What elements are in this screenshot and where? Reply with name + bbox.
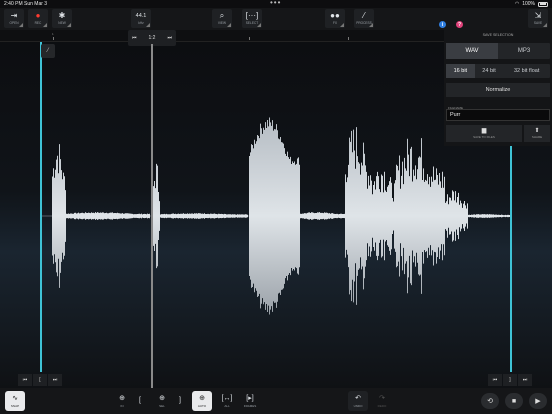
zoom-in-button[interactable]: ⊕ IN [112,391,132,411]
status-right: ◠ 100% [515,1,548,7]
wifi-icon: ◠ [514,1,520,7]
save-export-icon: ⇲ [534,11,542,20]
battery-icon [538,1,548,7]
save-button[interactable]: ⇲ SAVE [528,9,548,28]
bottom-toolbar: ∿ SNAP ⊕ IN [ ⊕ SEL ] ⊕ AUTO [↔] ALL [▸] FRAME… [0,388,552,414]
bracket-right-button[interactable]: ] [173,391,187,411]
selection-end-controls: ⏮ ] ⏭ [488,374,532,386]
frames-icon: [▸] [246,394,254,402]
status-bar: 2:40 PM Sun Mar 3 ••• ◠ 100% [0,0,552,8]
record-button[interactable]: ● REC [28,9,48,28]
selection-start-line[interactable] [40,42,42,372]
end-next-icon[interactable]: ⏭ [518,374,532,386]
start-bracket-icon[interactable]: [ [33,374,47,386]
bit-16[interactable]: 16 bit [446,64,475,78]
zoom-in-icon: ⊕ [119,394,125,402]
next-icon[interactable]: ⏭ [167,35,172,41]
fade-handle[interactable]: ⁄ [41,44,55,58]
fx-icon: ●● [330,11,340,20]
redo-button[interactable]: ↷ REDO [372,391,392,411]
format-selector: WAV MP3 [446,43,550,59]
select-button[interactable]: [···] SELECT [242,9,262,28]
undo-icon: ↶ [355,394,361,402]
zoom-auto-icon: ⊕ [199,394,205,402]
end-bracket-icon[interactable]: ] [503,374,517,386]
undo-button[interactable]: ↶ UNDO [348,391,368,411]
bracket-select-icon: [···] [245,11,259,20]
end-prev-icon[interactable]: ⏮ [488,374,502,386]
info-icon[interactable]: i [439,21,446,28]
fx-button[interactable]: ●● FX [325,9,345,28]
save-to-files-button[interactable]: ▆ SAVE TO FILES [446,125,522,142]
bracket-right-icon: ] [179,397,181,404]
bit-24[interactable]: 24 bit [475,64,504,78]
record-icon: ● [35,11,41,20]
top-toolbar: ⇥ OPEN ● REC ✱ NEW 44.1 kHz ⌕ VIEW [···] SELEC… [0,8,552,30]
play-icon: ▶ [535,398,541,405]
prev-icon[interactable]: ⏮ [132,35,137,41]
sparkle-icon: ✱ [58,11,66,20]
playhead[interactable] [151,44,153,388]
share-button[interactable]: ⬆ SHARE [524,125,550,142]
sample-rate-button[interactable]: 44.1 kHz [131,9,151,28]
magnifier-icon: ⌕ [219,11,225,20]
start-prev-icon[interactable]: ⏮ [18,374,32,386]
zoom-selection-button[interactable]: ⊕ SEL [152,391,172,411]
waveform-path [52,117,512,315]
view-button[interactable]: ⌕ VIEW [212,9,232,28]
frames-button[interactable]: [▸] FRAMES [240,391,260,411]
help-icon[interactable]: ? [456,21,463,28]
save-selection-panel: SAVE SELECTION WAV MP3 16 bit 24 bit 32 … [444,30,552,146]
format-mp3[interactable]: MP3 [498,43,550,59]
loop-button[interactable]: ⟲ [481,393,499,409]
redo-icon: ↷ [379,394,385,402]
zoom-sel-icon: ⊕ [159,394,165,402]
normalize-button[interactable]: Normalize [446,83,550,97]
zoom-value: 1:2 [148,35,156,41]
loop-icon: ⟲ [487,398,493,405]
stop-icon: ■ [511,397,517,405]
folder-icon: ▆ [481,128,487,134]
all-button[interactable]: [↔] ALL [217,391,237,411]
snap-wave-icon: ∿ [12,394,18,402]
multitask-dots-icon[interactable]: ••• [270,0,281,7]
format-wav[interactable]: WAV [446,43,498,59]
panel-title: SAVE SELECTION [482,33,514,37]
open-icon: ⇥ [10,11,18,20]
process-button[interactable]: ⁄ PROCESS [354,9,374,28]
bracket-left-button[interactable]: [ [133,391,147,411]
open-button[interactable]: ⇥ OPEN [4,9,24,28]
share-icon: ⬆ [534,128,540,134]
new-button[interactable]: ✱ NEW [52,9,72,28]
zoom-auto-button[interactable]: ⊕ AUTO [192,391,212,411]
bit-depth-selector: 16 bit 24 bit 32 bit float [446,64,550,78]
filename-input[interactable]: Purr [446,109,550,121]
stop-button[interactable]: ■ [505,393,523,409]
bracket-left-icon: [ [139,397,141,404]
all-icon: [↔] [221,394,233,402]
snap-button[interactable]: ∿ SNAP [5,391,25,411]
play-button[interactable]: ▶ [529,393,547,409]
battery-percent: 100% [522,1,535,7]
bit-32-float[interactable]: 32 bit float [503,64,550,78]
status-time: 2:40 PM Sun Mar 3 [4,1,48,7]
wand-icon: ⁄ [363,11,365,20]
selection-start-controls: ⏮ [ ⏭ [18,374,62,386]
start-next-icon[interactable]: ⏭ [48,374,62,386]
